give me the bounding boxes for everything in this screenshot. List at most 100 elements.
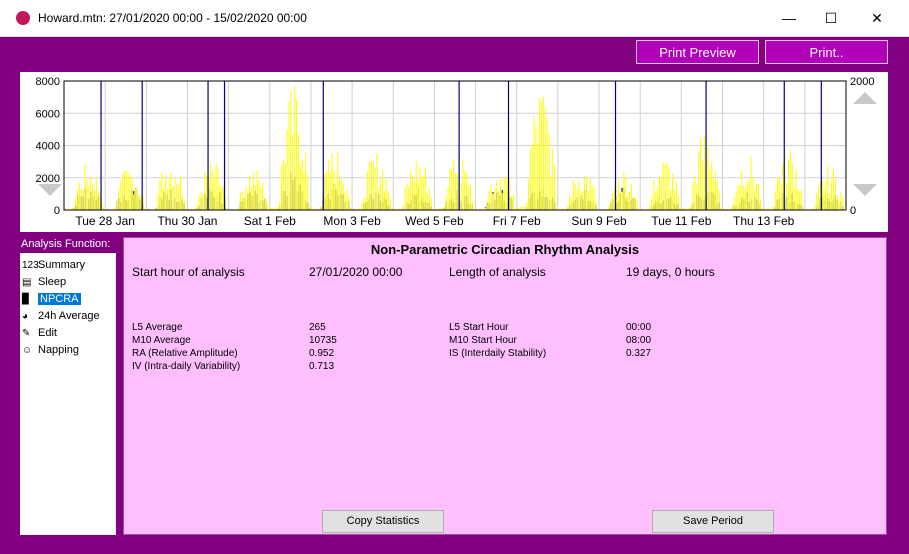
activity-bar: [99, 194, 101, 210]
activity-bar: [168, 179, 170, 210]
activity-bar: [471, 201, 473, 210]
activity-bar: [462, 159, 464, 210]
activity-bar: [733, 198, 735, 210]
scroll-up-left-arrow-icon[interactable]: [38, 92, 62, 104]
activity-bar: [133, 194, 135, 210]
activity-bar: [460, 182, 462, 210]
activity-bar: [660, 177, 662, 210]
activity-bar: [88, 185, 90, 210]
close-button[interactable]: ✕: [854, 4, 900, 32]
activity-bar: [731, 204, 733, 210]
menu-item-napping[interactable]: ☺ Napping: [22, 342, 79, 358]
menu-item-label: Napping: [38, 344, 79, 356]
activity-bar: [136, 188, 138, 210]
activity-bar: [675, 181, 677, 210]
activity-bar: [694, 175, 696, 210]
activity-bar: [421, 175, 423, 210]
menu-item-24h-average[interactable]: ◕ 24h Average: [22, 308, 100, 324]
menu-item-summary[interactable]: 123Summary: [22, 257, 85, 273]
activity-bar: [382, 170, 384, 210]
activity-bar: [174, 178, 176, 210]
scroll-up-arrow-icon[interactable]: [853, 92, 877, 104]
activity-bar: [754, 188, 756, 210]
m10-start-value: 08:00: [626, 335, 652, 346]
activity-bar: [698, 150, 700, 210]
activity-bar: [217, 168, 219, 210]
activity-bar: [836, 195, 838, 210]
x-tick-label: Fri 7 Feb: [493, 214, 541, 228]
activity-bar: [531, 143, 533, 210]
activity-bar: [447, 188, 449, 210]
save-period-button[interactable]: Save Period: [652, 510, 774, 533]
activity-bar: [419, 167, 421, 210]
activity-bar: [455, 173, 457, 210]
activity-bar: [324, 174, 326, 210]
activity-bar: [550, 176, 552, 210]
activity-bar: [715, 171, 717, 210]
activity-bar: [816, 193, 818, 210]
x-tick-label: Thu 30 Jan: [157, 214, 217, 228]
print-preview-button[interactable]: Print Preview: [636, 40, 759, 64]
activity-bar: [655, 191, 657, 210]
x-tick-label: Sat 1 Feb: [244, 214, 296, 228]
x-tick-label: Thu 13 Feb: [733, 214, 795, 228]
activity-bar: [672, 173, 674, 210]
scroll-down-left-arrow-icon[interactable]: [38, 184, 62, 196]
activity-bar: [496, 180, 498, 210]
activity-bar: [389, 198, 391, 210]
activity-bar: [585, 176, 587, 210]
activity-bar: [443, 206, 445, 210]
menu-item-edit[interactable]: ✎ Edit: [22, 325, 57, 341]
activity-bar: [378, 188, 380, 210]
clock-icon: ◕: [22, 311, 29, 322]
activity-bar: [748, 179, 750, 210]
activity-bar: [677, 195, 679, 210]
l5-average-label: L5 Average: [132, 322, 183, 333]
activity-bar: [653, 179, 655, 210]
activity-bar: [116, 200, 118, 210]
activity-bar: [252, 172, 254, 210]
x-tick-label: Mon 3 Feb: [323, 214, 381, 228]
x-tick-label: Tue 11 Feb: [651, 214, 711, 228]
activity-bar: [503, 178, 505, 210]
scroll-down-right-arrow-icon[interactable]: [853, 184, 877, 196]
menu-item-npcra[interactable]: ▉ NPCRA: [22, 291, 81, 307]
activity-bar: [247, 190, 249, 210]
activity-bar: [539, 97, 541, 210]
activity-bar: [587, 190, 589, 210]
menu-item-label: Edit: [38, 327, 57, 339]
activity-bar: [131, 178, 133, 210]
activity-bar: [511, 196, 513, 210]
activity-bar: [625, 177, 627, 210]
activity-bar: [776, 179, 778, 210]
activity-bar: [831, 181, 833, 210]
activity-bar: [163, 188, 165, 210]
activity-bar: [589, 178, 591, 210]
activity-bar: [658, 176, 660, 210]
activity-bar: [97, 190, 99, 210]
menu-item-label: 24h Average: [38, 310, 100, 322]
activity-bar: [576, 189, 578, 210]
menu-item-sleep[interactable]: ▤ Sleep: [22, 274, 66, 290]
activity-bar: [241, 191, 243, 210]
minimize-button[interactable]: —: [766, 4, 812, 32]
maximize-button[interactable]: ☐: [808, 4, 854, 32]
activity-bar: [157, 193, 159, 210]
activity-bar: [415, 160, 417, 210]
print-button[interactable]: Print..: [765, 40, 888, 64]
activity-bar: [367, 171, 369, 210]
activity-bar: [183, 200, 185, 210]
activity-bar: [548, 133, 550, 210]
activity-bar: [713, 178, 715, 210]
copy-statistics-button[interactable]: Copy Statistics: [322, 510, 444, 533]
activity-bar: [294, 85, 296, 210]
activity-bar: [786, 182, 788, 210]
activity-bar: [370, 161, 372, 210]
activity-bar: [838, 199, 840, 210]
activity-bar: [413, 181, 415, 210]
activity-bar: [337, 151, 339, 210]
activity-bar: [498, 190, 500, 210]
activity-bar: [206, 174, 208, 210]
activity-bar: [832, 169, 834, 210]
is-value: 0.327: [626, 348, 652, 359]
